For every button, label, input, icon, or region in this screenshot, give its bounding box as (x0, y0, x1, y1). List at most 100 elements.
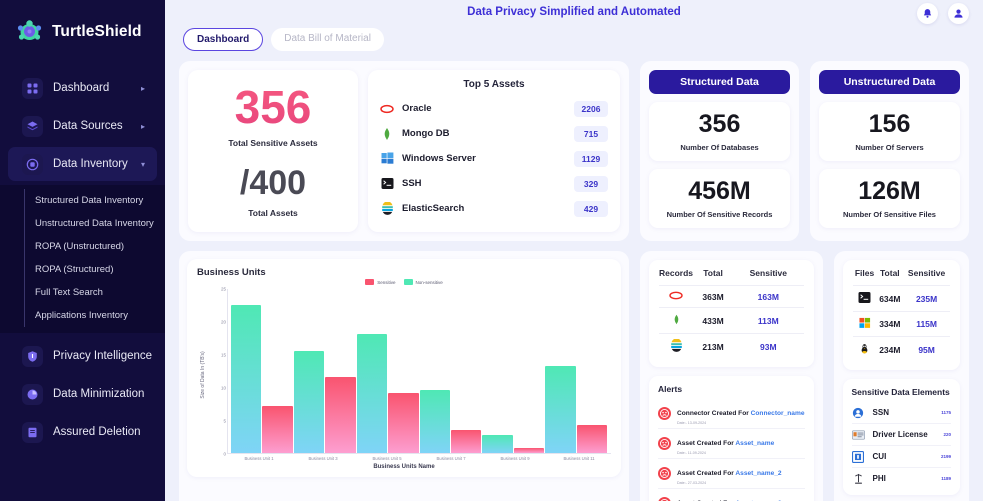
elasticsearch-icon (659, 333, 694, 359)
col-sensitive: Sensitive (749, 268, 787, 278)
sidebar-subitem-unstructured-data-inventory[interactable]: Unstructured Data Inventory (25, 212, 165, 235)
unstructured-servers-card: 156 Number Of Servers (819, 102, 960, 161)
unstructured-servers-value: 156 (868, 110, 911, 138)
sde-row[interactable]: PHI 1189 (851, 467, 951, 489)
structured-data-header[interactable]: Structured Data (649, 70, 790, 94)
ssh-terminal-icon (380, 177, 394, 191)
chart-y-tick: 5 (223, 418, 226, 424)
windows-icon (380, 152, 394, 166)
delete-icon (22, 421, 43, 443)
tab-data-bill-of-material[interactable]: Data Bill of Material (271, 28, 384, 51)
legend-item-sensitive: Sensitive (365, 279, 396, 285)
sidebar-item-privacy-intelligence[interactable]: Privacy Intelligence (8, 339, 157, 373)
alert-icon (658, 437, 671, 450)
col-files: Files (854, 268, 875, 278)
sidebar-subitem-structured-data-inventory[interactable]: Structured Data Inventory (25, 189, 165, 212)
unstructured-details-panel: Files Total Sensitive 634M 235M 334M 115… (833, 251, 969, 501)
records-table: Records Total Sensitive 363M 163M 433M 1… (659, 268, 804, 359)
list-item[interactable]: Windows Server 1129 (380, 146, 608, 171)
list-item[interactable]: ElasticSearch 429 (380, 196, 608, 221)
sde-row[interactable]: SSN 1175 (852, 402, 951, 423)
cell-sensitive: 115M (903, 311, 950, 337)
total-assets-label: Total Assets (248, 208, 298, 218)
cell-total: 433M (693, 307, 734, 334)
legend-label: Sensitive (377, 279, 396, 285)
alert-row[interactable]: Connector Created For Connector_name Date… (658, 399, 805, 428)
sidebar-item-dashboard[interactable]: Dashboard ▸ (8, 71, 157, 105)
sde-count: 1175 (941, 410, 951, 415)
topbar: Data Privacy Simplified and Automated (165, 0, 983, 24)
structured-data-panel: Structured Data 356 Number Of Databases … (640, 61, 799, 241)
table-row: 433M 113M (659, 307, 804, 334)
sidebar-item-data-minimization[interactable]: Data Minimization (8, 377, 157, 411)
chart-bar (545, 365, 576, 453)
tab-dashboard[interactable]: Dashboard (183, 28, 264, 51)
business-units-panel: Business Units Sensitive Non-sensitive S… (179, 251, 629, 501)
sidebar-item-data-sources[interactable]: Data Sources ▸ (8, 109, 157, 143)
minimize-icon (22, 383, 43, 405)
sde-row[interactable]: Driver License 220 (851, 423, 951, 445)
sde-count: 2199 (940, 454, 951, 459)
sidebar-item-assured-deletion-label: Assured Deletion (53, 426, 141, 438)
col-records: Records (659, 268, 694, 278)
sensitive-data-elements-card: Sensitive Data Elements SSN 1175 Driver Li… (842, 379, 960, 495)
unstructured-files-label: Number Of Sensitive Files (843, 210, 936, 219)
unstructured-data-header[interactable]: Unstructured Data (819, 70, 960, 94)
asset-name: SSH (402, 178, 422, 189)
list-item[interactable]: Oracle 2206 (380, 96, 608, 121)
sde-row[interactable]: CUI 2199 (851, 445, 951, 467)
col-total: Total (880, 268, 900, 278)
chart-plot-area: Size of Data In (TB's) 0 5 10 15 20 25 (200, 287, 611, 457)
sde-count: 1189 (941, 476, 951, 481)
bell-icon[interactable] (917, 3, 938, 24)
files-table: Files Total Sensitive 634M 235M 334M 115… (852, 268, 950, 362)
ssn-badge-icon (852, 406, 865, 419)
alert-date: Date:- 11-09-2024 (677, 451, 706, 455)
shield-icon (22, 345, 43, 367)
cell-sensitive: 113M (733, 307, 804, 334)
id-card-icon (851, 428, 865, 441)
brand: TurtleShield (0, 0, 165, 45)
asset-name: ElasticSearch (402, 203, 465, 214)
chart-bar (262, 405, 293, 453)
user-icon[interactable] (948, 3, 969, 24)
files-table-card: Files Total Sensitive 634M 235M 334M 115… (842, 260, 960, 370)
chart-y-ticks: 0 5 10 15 20 25 (214, 287, 226, 457)
sidebar-subitem-full-text-search[interactable]: Full Text Search (25, 281, 165, 304)
sidebar-subitem-ropa-structured[interactable]: ROPA (Structured) (25, 258, 165, 281)
sidebar-item-assured-deletion[interactable]: Assured Deletion (8, 415, 157, 449)
alerts-list: Connector Created For Connector_name Date… (658, 399, 805, 501)
chart-y-tick: 20 (220, 319, 226, 325)
mongodb-icon (380, 127, 394, 141)
bottom-row: Business Units Sensitive Non-sensitive S… (179, 251, 969, 501)
oracle-icon (380, 102, 394, 116)
table-row: 334M 115M (852, 311, 950, 337)
sidebar-submenu: Structured Data Inventory Unstructured D… (0, 185, 165, 333)
structured-records-value: 456M (688, 177, 751, 205)
chart-y-tick: 0 (223, 451, 226, 457)
business-units-chart: Business Units Sensitive Non-sensitive S… (187, 259, 621, 477)
list-item[interactable]: SSH 329 (380, 171, 608, 196)
sde-name: CUI (872, 452, 887, 461)
chart-bar (482, 434, 513, 453)
alert-date: Date:- 27-03-2024 (677, 481, 707, 485)
table-row: 363M 163M (659, 285, 804, 308)
top-assets-title: Top 5 Assets (463, 79, 525, 90)
chart-x-tick-label: Business Unit 9 (500, 456, 530, 461)
sde-name: SSN (872, 408, 889, 417)
table-header-row: Files Total Sensitive (853, 268, 950, 286)
ssh-terminal-icon (852, 285, 877, 312)
alert-row[interactable]: Asset Created For Asset_name Date:- 11-09… (658, 428, 805, 458)
alert-row[interactable]: Asset Created For Asset_name_2 Date:- 27-… (658, 458, 805, 488)
asset-name: Oracle (402, 103, 432, 114)
sidebar-subitem-applications-inventory[interactable]: Applications Inventory (25, 304, 165, 327)
overview-panel: 356 Total Sensitive Assets /400 Total As… (179, 61, 629, 241)
cell-sensitive: 95M (903, 336, 950, 362)
list-item[interactable]: Mongo DB 715 (380, 121, 608, 146)
cui-icon (852, 450, 865, 463)
sidebar-subitem-ropa-unstructured[interactable]: ROPA (Unstructured) (25, 235, 165, 258)
sidebar-item-data-inventory[interactable]: Data Inventory ▾ (8, 147, 157, 181)
alert-text: Asset Created For Asset_name Date:- 11-09… (677, 432, 805, 455)
alert-row[interactable]: Asset Created For Asset_name_3Date:- 21-… (658, 488, 805, 501)
chart-bar (293, 350, 325, 453)
